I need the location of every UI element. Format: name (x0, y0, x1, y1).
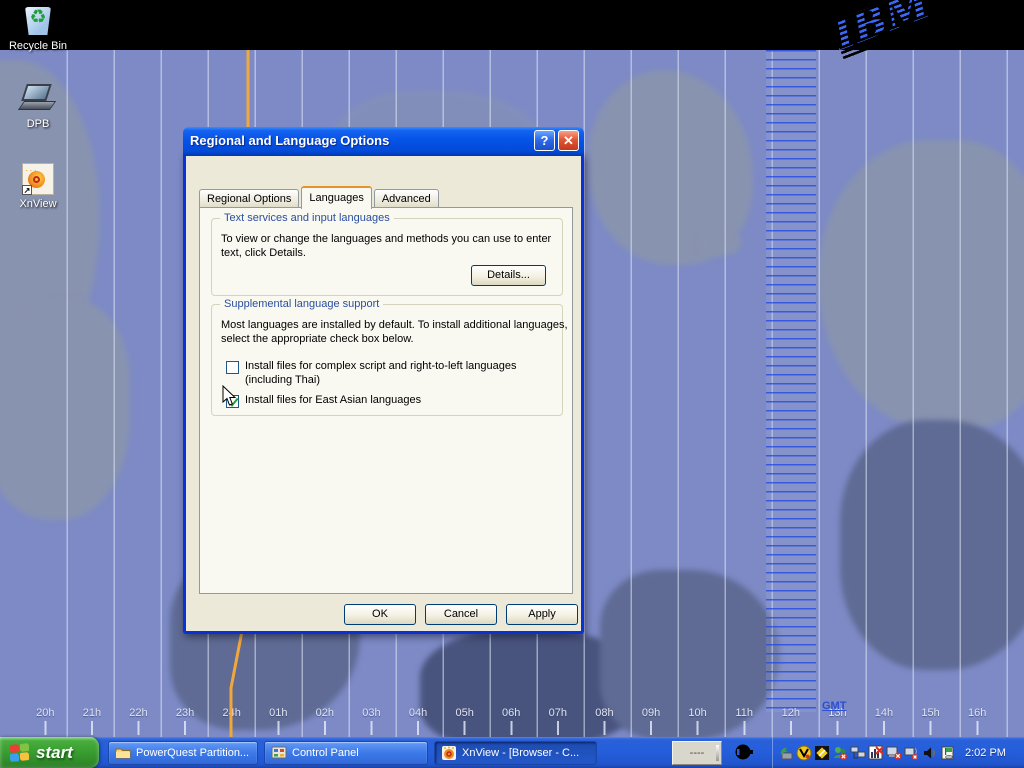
control-panel-icon (271, 745, 287, 761)
icon-label: XnView (0, 198, 76, 210)
desktop-icon-xnview[interactable]: ∙∙∙ ↗ XnView (0, 163, 76, 210)
hardware-icon[interactable] (778, 745, 794, 761)
supplemental-language-groupbox: Supplemental language support Most langu… (211, 304, 563, 416)
checkbox-label: Install files for complex script and rig… (245, 360, 563, 387)
checkbox-row-complex-script[interactable]: Install files for complex script and rig… (226, 360, 563, 387)
windows-flag-icon (10, 742, 30, 762)
groupbox-legend: Supplemental language support (220, 298, 383, 310)
desktop-icon-recycle-bin[interactable]: ♻ Recycle Bin (0, 5, 76, 52)
icon-label: DPB (0, 118, 76, 130)
checkbox-label: Install files for East Asian languages (245, 394, 563, 408)
apply-button[interactable]: Apply (506, 604, 578, 625)
tab-languages[interactable]: Languages (301, 186, 371, 209)
groupbox-legend: Text services and input languages (220, 212, 394, 224)
shortcut-arrow-icon: ↗ (22, 185, 32, 195)
icon-label: Recycle Bin (0, 40, 76, 52)
wallpaper-top-band: IBM (0, 0, 1024, 50)
taskbar-clock[interactable]: 2:02 PM (965, 747, 1006, 759)
xnview-icon: ∙∙∙ ↗ (21, 163, 55, 195)
tab-regional-options[interactable]: Regional Options (199, 189, 299, 209)
drive-image-icon[interactable] (940, 745, 956, 761)
taskbar-item-label: XnView - [Browser - C... (462, 747, 579, 759)
complex-script-checkbox[interactable] (226, 361, 239, 374)
computer-offline-icon[interactable] (886, 745, 902, 761)
start-label: start (36, 743, 73, 763)
desktop-icon-dpb[interactable]: DPB (0, 83, 76, 130)
regional-language-options-dialog: Regional and Language Options ? ✕ Region… (183, 153, 584, 634)
taskbar: start PowerQuest Partition... Control Pa… (0, 737, 1024, 768)
groupbox-text: Most languages are installed by default.… (221, 318, 569, 346)
groupbox-text: To view or change the languages and meth… (221, 232, 573, 260)
close-button[interactable]: ✕ (558, 130, 579, 151)
checkbox-row-east-asian[interactable]: Install files for East Asian languages (226, 394, 563, 408)
volume-icon[interactable] (922, 745, 938, 761)
antivirus-icon[interactable] (796, 745, 812, 761)
text-services-groupbox: Text services and input languages To vie… (211, 218, 563, 296)
help-button[interactable]: ? (534, 130, 555, 151)
start-button[interactable]: start (0, 737, 99, 768)
xnview-icon (441, 745, 457, 761)
taskbar-item-powerquest[interactable]: PowerQuest Partition... (108, 741, 258, 765)
dialog-title: Regional and Language Options (190, 133, 531, 148)
taskbar-item-label: Control Panel (292, 747, 359, 759)
mouse-cursor (222, 385, 236, 407)
tab-strip: Regional Options Languages Advanced (199, 186, 441, 209)
taskbar-item-xnview[interactable]: XnView - [Browser - C... (434, 741, 597, 765)
laptop-icon (21, 83, 55, 115)
taskbar-item-control-panel[interactable]: Control Panel (264, 741, 428, 765)
display-muted-icon[interactable] (904, 745, 920, 761)
details-button[interactable]: Details... (471, 265, 546, 286)
diamond-alert-icon[interactable] (814, 745, 830, 761)
system-tray: 2:02 PM (772, 737, 1006, 768)
cancel-button[interactable]: Cancel (425, 604, 497, 625)
plug-icon[interactable] (734, 743, 754, 761)
dialog-titlebar[interactable]: Regional and Language Options ? ✕ (183, 127, 584, 156)
languages-tab-page: Text services and input languages To vie… (199, 207, 573, 594)
desktop: 20h 21h 22h 23h 24h 01h 02h 03h 04h 05h … (0, 0, 1024, 768)
tab-advanced[interactable]: Advanced (374, 189, 439, 209)
taskbar-item-label: PowerQuest Partition... (136, 747, 249, 759)
language-bar[interactable]: ---- (672, 741, 722, 765)
recycle-bin-icon: ♻ (21, 5, 55, 37)
network-computers-icon[interactable] (850, 745, 866, 761)
ok-button[interactable]: OK (344, 604, 416, 625)
folder-icon (115, 745, 131, 761)
users-offline-icon[interactable] (832, 745, 848, 761)
chart-blocked-icon[interactable] (868, 745, 884, 761)
